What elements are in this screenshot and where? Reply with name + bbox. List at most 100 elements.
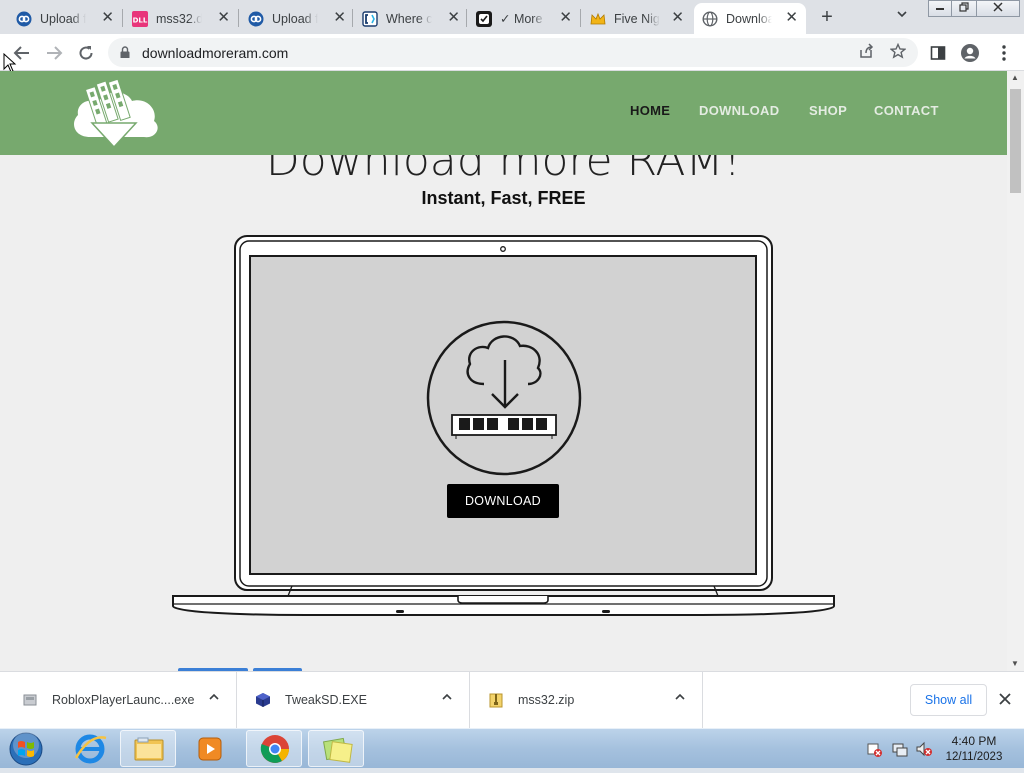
volume-muted-icon[interactable] xyxy=(916,741,932,757)
dll-icon: DLL xyxy=(132,10,148,27)
bracket-icon xyxy=(362,10,378,27)
browser-toolbar: downloadmoreram.com xyxy=(0,34,1024,71)
close-icon[interactable]: ✕ xyxy=(217,10,230,26)
scroll-up-arrow-icon[interactable]: ▲ xyxy=(1011,73,1019,82)
forward-button[interactable] xyxy=(42,41,66,65)
chevron-up-icon[interactable] xyxy=(208,691,220,706)
tab-4[interactable]: Where ca ✕ xyxy=(354,3,468,34)
download-filename: TweakSD.EXE xyxy=(285,693,367,707)
cloud-ram-logo-icon xyxy=(74,78,158,149)
scroll-down-arrow-icon[interactable]: ▼ xyxy=(1011,659,1019,668)
tab-title: Where ca xyxy=(386,11,432,26)
file-explorer-icon[interactable] xyxy=(120,730,176,767)
close-icon[interactable]: ✕ xyxy=(333,10,346,26)
page-scrollbar[interactable]: ▲ ▼ xyxy=(1007,71,1024,671)
star-icon[interactable] xyxy=(889,42,907,63)
close-icon[interactable]: ✕ xyxy=(671,10,684,26)
download-shelf: RobloxPlayerLaunc....exe TweakSD.EXE mss… xyxy=(0,671,1024,729)
restore-button[interactable] xyxy=(951,0,977,17)
share-icon[interactable] xyxy=(858,43,874,63)
profile-button[interactable] xyxy=(958,41,982,65)
network-icon[interactable] xyxy=(892,741,908,757)
nav-home[interactable]: HOME xyxy=(630,103,670,118)
start-button[interactable] xyxy=(6,731,46,767)
tab-active[interactable]: Downloa ✕ xyxy=(694,3,806,34)
new-tab-button[interactable]: + xyxy=(816,6,838,28)
windows-logo-icon xyxy=(9,732,43,766)
close-window-button[interactable] xyxy=(976,0,1020,17)
hero-subtitle: Instant, Fast, FREE xyxy=(421,188,586,208)
menu-button[interactable] xyxy=(992,41,1016,65)
tab-separator xyxy=(466,9,467,27)
tab-title: Upload fi xyxy=(272,11,318,26)
tab-title: Five Nigh xyxy=(614,11,660,26)
download-filename: mss32.zip xyxy=(518,693,575,707)
show-all-button[interactable]: Show all xyxy=(910,684,987,716)
nav-shop[interactable]: SHOP xyxy=(809,103,847,118)
tab-title: Upload fi xyxy=(40,11,86,26)
arrow-right-icon xyxy=(47,46,63,60)
chevron-down-icon[interactable] xyxy=(896,8,908,23)
sticky-notes-icon[interactable] xyxy=(308,730,364,767)
svg-text:DLL: DLL xyxy=(133,16,148,24)
cube-icon xyxy=(256,693,270,707)
lock-icon[interactable] xyxy=(120,46,130,58)
scrollbar-thumb[interactable] xyxy=(1010,89,1021,193)
media-player-icon[interactable] xyxy=(182,730,238,767)
exe-icon xyxy=(23,694,37,706)
kebab-menu-icon xyxy=(1002,45,1006,61)
download-filename: RobloxPlayerLaunc....exe xyxy=(52,693,195,707)
side-panel-button[interactable] xyxy=(926,41,950,65)
internet-explorer-icon[interactable] xyxy=(62,730,118,767)
checkmark-icon xyxy=(476,10,492,27)
globe-icon xyxy=(702,10,718,27)
minimize-icon xyxy=(936,8,944,10)
action-center-icon[interactable] xyxy=(866,741,882,757)
download-button[interactable]: DOWNLOAD xyxy=(447,484,559,518)
tab-separator xyxy=(122,9,123,27)
download-item[interactable]: RobloxPlayerLaunc....exe xyxy=(4,672,237,729)
clock-time[interactable]: 4:40 PM xyxy=(944,734,1004,748)
tab-6[interactable]: Five Nigh ✕ xyxy=(582,3,692,34)
zip-icon xyxy=(489,693,503,708)
tab-5[interactable]: ✓ More ✕ xyxy=(468,3,580,34)
site-logo[interactable] xyxy=(70,77,160,156)
tab-title: mss32.dll xyxy=(156,11,202,26)
web-page: HOME DOWNLOAD SHOP CONTACT Download more… xyxy=(0,71,1007,671)
reload-icon xyxy=(79,46,93,60)
reload-button[interactable] xyxy=(74,41,98,65)
laptop-illustration xyxy=(172,235,835,616)
clock-date[interactable]: 12/11/2023 xyxy=(940,751,1008,763)
download-item[interactable]: TweakSD.EXE xyxy=(237,672,470,729)
download-item[interactable]: mss32.zip xyxy=(470,672,703,729)
tab-strip: Upload fi ✕ DLL mss32.dll ✕ Upload fi ✕ … xyxy=(0,0,1024,34)
close-icon[interactable]: ✕ xyxy=(785,10,798,26)
address-bar[interactable]: downloadmoreram.com xyxy=(108,38,918,67)
close-icon[interactable]: ✕ xyxy=(559,10,572,26)
url-text[interactable]: downloadmoreram.com xyxy=(142,45,288,61)
close-icon[interactable]: ✕ xyxy=(447,10,460,26)
close-icon xyxy=(993,2,1003,12)
chevron-up-icon[interactable] xyxy=(674,691,686,706)
tab-separator xyxy=(580,9,581,27)
ram-stick-icon xyxy=(451,414,557,439)
chevron-up-icon[interactable] xyxy=(441,691,453,706)
tab-2[interactable]: DLL mss32.dll ✕ xyxy=(124,3,238,34)
restore-icon xyxy=(959,2,969,12)
link-icon xyxy=(248,11,264,27)
close-icon[interactable]: ✕ xyxy=(101,10,114,26)
mouse-cursor-icon xyxy=(3,53,17,73)
nav-download[interactable]: DOWNLOAD xyxy=(699,103,779,118)
nav-contact[interactable]: CONTACT xyxy=(874,103,939,118)
site-header: HOME DOWNLOAD SHOP CONTACT xyxy=(0,71,1007,155)
link-icon xyxy=(16,11,32,27)
minimize-button[interactable] xyxy=(928,0,952,17)
profile-icon xyxy=(961,44,979,62)
crown-icon xyxy=(590,11,606,27)
windows-taskbar: 4:40 PM 12/11/2023 xyxy=(0,728,1024,768)
tab-1[interactable]: Upload fi ✕ xyxy=(8,3,122,34)
close-icon[interactable] xyxy=(998,690,1012,711)
side-panel-icon xyxy=(930,46,946,60)
chrome-icon[interactable] xyxy=(246,730,302,767)
tab-3[interactable]: Upload fi ✕ xyxy=(240,3,354,34)
